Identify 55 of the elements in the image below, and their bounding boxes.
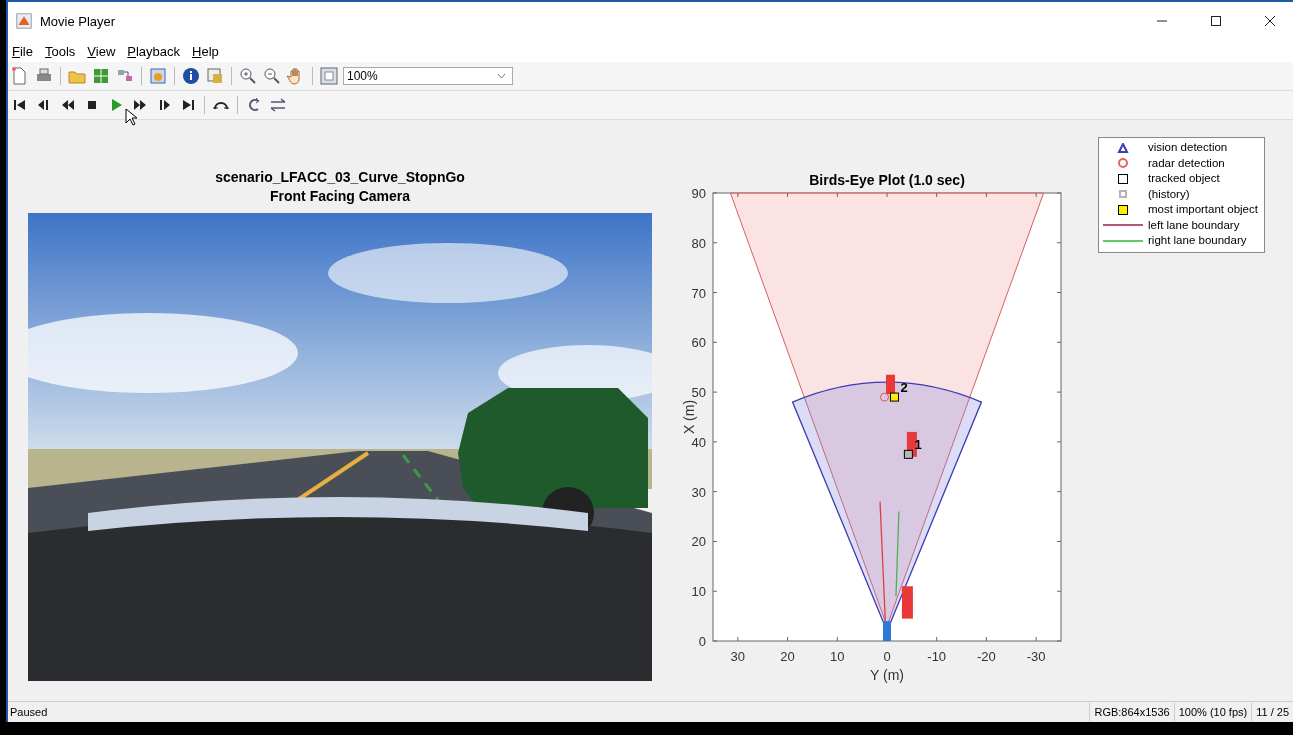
zoom-dropdown[interactable]: 100%	[343, 67, 513, 85]
vehicle-marker	[886, 374, 895, 395]
tick-label: 10	[830, 649, 845, 664]
axis-label: Y (m)	[870, 667, 904, 683]
zoom-in-icon[interactable]	[238, 66, 258, 86]
detection-marker	[880, 392, 889, 402]
zoom-out-icon[interactable]	[262, 66, 282, 86]
tick-label: 20	[780, 649, 795, 664]
legend-label: tracked object	[1148, 171, 1220, 186]
track-marker	[889, 392, 899, 402]
ego-vehicle-marker	[883, 621, 891, 641]
status-field: 11 / 25	[1251, 703, 1293, 721]
window-title: Movie Player	[40, 13, 117, 29]
grid-icon[interactable]	[91, 66, 111, 86]
app-icon	[16, 13, 32, 29]
status-text: Paused	[10, 706, 49, 718]
menu-item[interactable]: Playback	[127, 43, 181, 59]
caret-icon	[497, 73, 506, 79]
legend-label: left lane boundary	[1148, 217, 1240, 233]
status-field: RGB:864x1536	[1089, 703, 1174, 721]
menu-item[interactable]: Tools	[44, 43, 76, 59]
legend-label: radar detection	[1148, 155, 1225, 171]
tick-label: 70	[691, 285, 706, 301]
fit-icon[interactable]	[319, 66, 339, 86]
legend-label: (history)	[1148, 186, 1190, 202]
tick-label: 60	[691, 335, 706, 351]
camera-subtitle: Front Facing Camera	[270, 187, 410, 206]
tick-label: 20	[691, 534, 706, 550]
camera-title: scenario_LFACC_03_Curve_StopnGo	[215, 168, 465, 187]
tick-label: 80	[691, 235, 706, 251]
info-icon[interactable]	[181, 66, 201, 86]
tick-label: -30	[1026, 649, 1046, 664]
tick-label: 0	[883, 649, 891, 664]
legend-label: most important object	[1148, 202, 1258, 217]
tick-label: -10	[927, 649, 947, 664]
tick-label: 30	[730, 649, 746, 664]
tick-label: 50	[691, 385, 706, 401]
tick-label: -20	[977, 649, 996, 664]
tick-label: 40	[691, 434, 706, 450]
tick-label: 10	[691, 584, 706, 600]
axis-label: X (m)	[681, 399, 697, 435]
tick-label: 30	[691, 484, 706, 500]
vehicle-marker	[901, 586, 913, 619]
legend-label: vision detection	[1148, 140, 1228, 155]
track-label: 2	[900, 380, 908, 396]
menu-item[interactable]: View	[87, 43, 116, 59]
track-marker	[903, 449, 913, 459]
menu-item[interactable]: Help	[192, 43, 219, 59]
tick-label: 90	[691, 186, 706, 201]
tick-label: 0	[698, 634, 706, 649]
status-field: 100% (10 fps)	[1173, 703, 1252, 721]
legend-label: right lane boundary	[1148, 233, 1247, 248]
chart-title: Birds-Eye Plot (1.0 sec)	[809, 172, 965, 188]
swap-icon[interactable]	[268, 95, 288, 115]
menu-item[interactable]: File	[12, 43, 33, 59]
